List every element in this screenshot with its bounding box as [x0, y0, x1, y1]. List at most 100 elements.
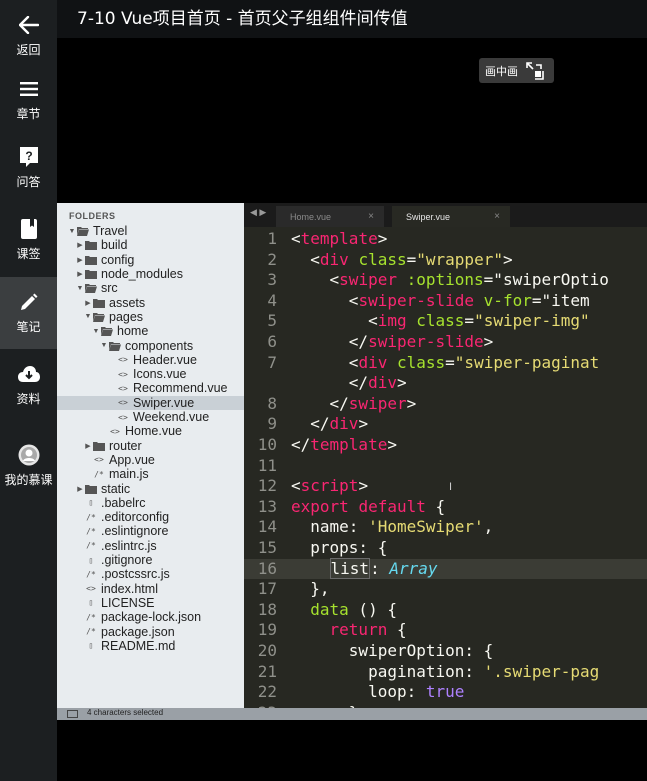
- tree-item-label: Header.vue: [133, 352, 197, 367]
- chevron-right-icon[interactable]: ▶: [75, 270, 85, 278]
- code-line: <swiper-slide v-for="item: [291, 291, 590, 312]
- folder-item[interactable]: ▶ router: [57, 439, 244, 453]
- chevron-down-icon[interactable]: ▼: [83, 313, 93, 320]
- file-item[interactable]: <> Header.vue: [57, 353, 244, 367]
- nav-bookmark-button[interactable]: 课签: [0, 204, 57, 276]
- tree-item-label: config: [101, 252, 135, 267]
- pencil-icon: [18, 291, 40, 313]
- chevron-down-icon[interactable]: ▼: [67, 228, 77, 235]
- file-item[interactable]: ▯ .gitignore: [57, 553, 244, 567]
- line-number: 14: [257, 517, 277, 537]
- code-line: </div>: [291, 414, 368, 435]
- editor-tab-bar: ◀ ▶ Home.vue × Swiper.vue ×: [244, 203, 647, 227]
- file-item[interactable]: ▯ LICENSE: [57, 596, 244, 610]
- tab-home-vue[interactable]: Home.vue ×: [276, 206, 384, 227]
- folder-item[interactable]: ▼ pages: [57, 310, 244, 324]
- tab-swiper-vue[interactable]: Swiper.vue ×: [392, 206, 510, 227]
- close-icon[interactable]: ×: [368, 211, 374, 222]
- folder-item[interactable]: ▶ static: [57, 481, 244, 496]
- file-item[interactable]: <> App.vue: [57, 453, 244, 467]
- bookmark-icon: [18, 218, 40, 240]
- code-token: <: [291, 476, 301, 496]
- tree-item-label: static: [101, 481, 131, 496]
- file-item[interactable]: /* .editorconfig: [57, 510, 244, 524]
- code-token: template: [310, 435, 388, 454]
- folder-item[interactable]: ▼ src: [57, 281, 244, 295]
- code-token: swiper-slide: [358, 290, 475, 310]
- code-token: ,: [483, 517, 494, 537]
- code-token: data: [310, 599, 349, 619]
- panel-toggle-icon[interactable]: [67, 710, 78, 718]
- file-type-icon: <>: [118, 412, 128, 422]
- tree-item-label: LICENSE: [101, 595, 155, 610]
- file-item[interactable]: <> Weekend.vue: [57, 410, 244, 424]
- tree-item-label: package-lock.json: [101, 610, 202, 625]
- file-item[interactable]: /* package-lock.json: [57, 610, 244, 624]
- line-number: 20: [257, 641, 277, 660]
- folder-item[interactable]: ▶ assets: [57, 296, 244, 310]
- file-item[interactable]: /* .postcssrc.js: [57, 567, 244, 581]
- tree-item-label: .editorconfig: [101, 510, 170, 525]
- folder-item[interactable]: ▼ Travel: [57, 224, 244, 238]
- file-item[interactable]: <> Swiper.vue: [57, 395, 244, 410]
- tree-item-label: assets: [109, 295, 146, 310]
- code-token: </: [291, 393, 349, 413]
- code-token: >: [358, 476, 369, 496]
- nav-back-label: 返回: [16, 43, 41, 57]
- chevron-down-icon[interactable]: ▼: [75, 285, 85, 292]
- code-token: class: [396, 352, 446, 372]
- file-item[interactable]: ▯ README.md: [57, 639, 244, 653]
- file-item[interactable]: ▯ .babelrc: [57, 496, 244, 510]
- file-item[interactable]: <> Icons.vue: [57, 367, 244, 381]
- folder-item[interactable]: ▼ home: [57, 324, 244, 338]
- status-text: 4 characters selected: [87, 708, 164, 717]
- file-item[interactable]: <> index.html: [57, 582, 244, 596]
- code-token: </: [291, 414, 330, 434]
- code-token: >: [396, 373, 407, 393]
- code-token: >: [502, 249, 513, 269]
- code-line: export default {: [291, 497, 445, 518]
- nav-resources-button[interactable]: 资料: [0, 349, 57, 421]
- file-item[interactable]: /* .eslintignore: [57, 524, 244, 538]
- nav-back-button[interactable]: 返回: [0, 0, 57, 72]
- line-number: 7: [267, 352, 277, 372]
- nav-qa-button[interactable]: ? 问答: [0, 132, 57, 204]
- file-type-icon: /*: [86, 526, 96, 536]
- line-number: 8: [267, 393, 277, 413]
- nav-notes-button[interactable]: 笔记: [0, 277, 57, 349]
- file-tree-sidebar: FOLDERS ▼ Travel ▶ build ▶ config ▶ node_module…: [57, 203, 244, 708]
- file-item[interactable]: <> Home.vue: [57, 424, 244, 438]
- code-token: "wrapper": [416, 249, 503, 269]
- chevron-right-icon[interactable]: ▶: [83, 299, 93, 307]
- tree-item-label: .gitignore: [101, 553, 153, 568]
- folder-item[interactable]: ▼ components: [57, 338, 244, 353]
- video-player[interactable]: 画中画 FOLDERS ▼ Travel ▶ build ▶ config ▶ node_mo…: [57, 38, 647, 781]
- file-type-icon: <>: [94, 455, 104, 465]
- file-item[interactable]: /* .eslintrc.js: [57, 539, 244, 553]
- chevron-right-icon[interactable]: ▶: [83, 442, 93, 450]
- file-item[interactable]: <> Recommend.vue: [57, 381, 244, 395]
- close-icon[interactable]: ×: [494, 211, 500, 222]
- chevron-down-icon[interactable]: ▼: [99, 342, 109, 349]
- chevron-right-icon[interactable]: ▶: [75, 485, 85, 493]
- back-arrow-icon: [18, 14, 40, 36]
- nav-my-mooc-button[interactable]: 我的慕课: [0, 430, 57, 502]
- file-item[interactable]: /* package.json: [57, 624, 244, 639]
- chevron-right-icon[interactable]: ▶: [75, 256, 85, 264]
- line-number: 2: [267, 249, 277, 269]
- file-item[interactable]: /* main.js: [57, 467, 244, 481]
- nav-chapters-button[interactable]: 章节: [0, 64, 57, 136]
- chevron-right-icon[interactable]: ▶: [75, 241, 85, 249]
- tree-item-label: Recommend.vue: [133, 381, 228, 396]
- tree-item-label: Icons.vue: [133, 367, 187, 382]
- folder-item[interactable]: ▶ build: [57, 238, 244, 252]
- avatar-icon: [18, 444, 40, 466]
- picture-in-picture-button[interactable]: 画中画: [479, 58, 554, 83]
- folder-item[interactable]: ▶ node_modules: [57, 267, 244, 281]
- file-type-icon: <>: [118, 383, 128, 393]
- file-type-icon: <>: [118, 355, 128, 365]
- folder-item[interactable]: ▶ config: [57, 253, 244, 267]
- chevron-down-icon[interactable]: ▼: [91, 328, 101, 335]
